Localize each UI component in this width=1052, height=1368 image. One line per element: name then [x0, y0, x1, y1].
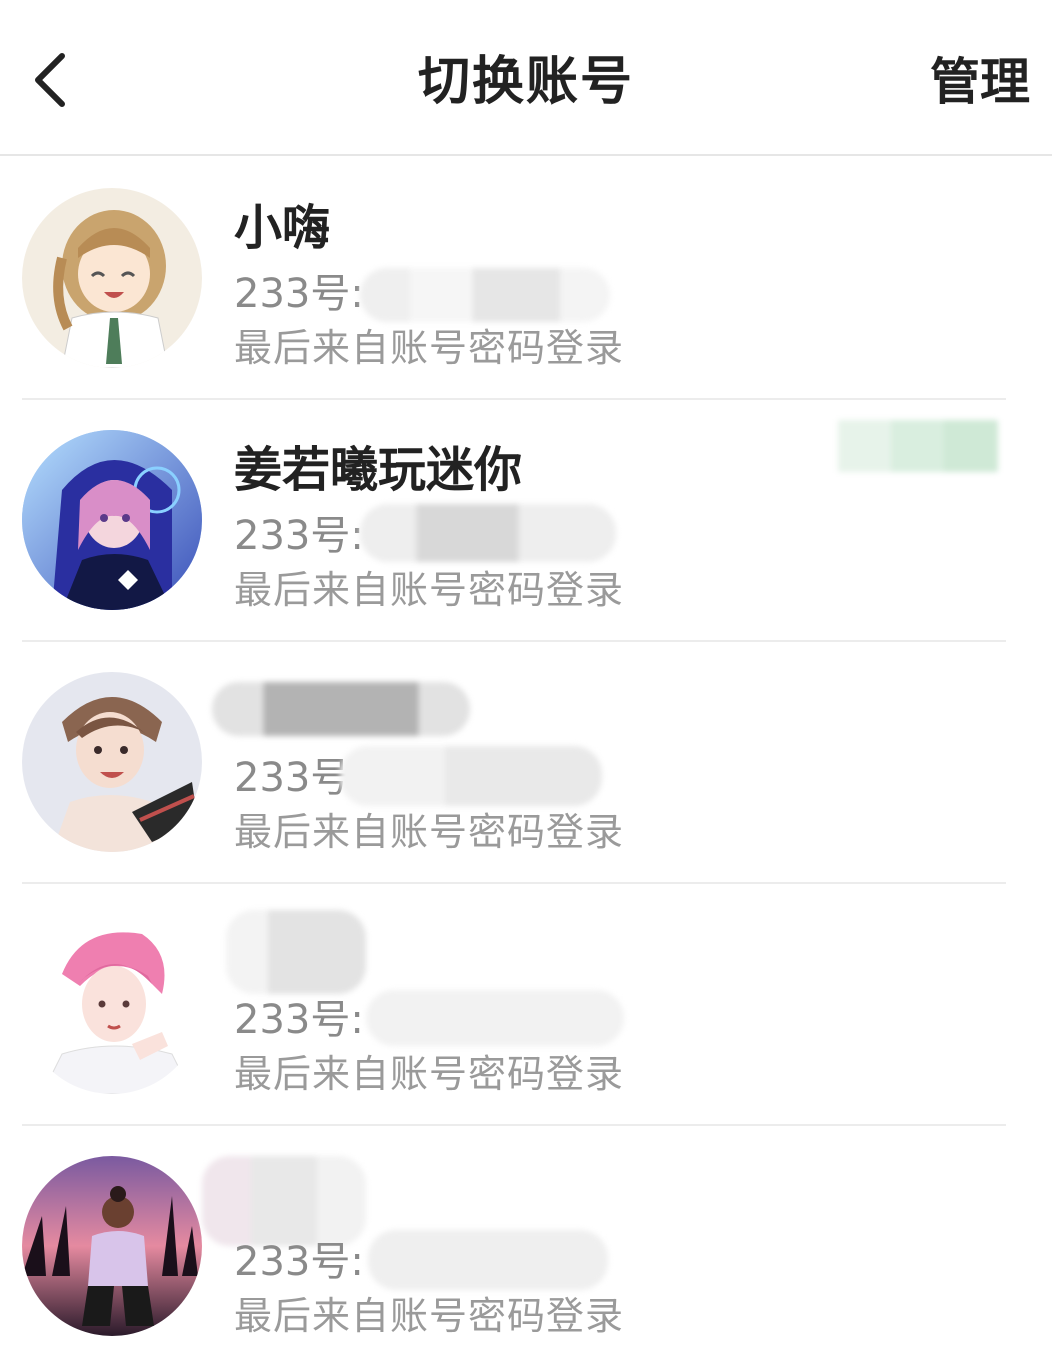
redacted-name	[202, 1156, 366, 1246]
account-name: 小嗨	[234, 200, 331, 256]
avatar	[22, 188, 202, 368]
manage-button[interactable]: 管理	[930, 52, 1030, 112]
login-source-text: 最后来自账号密码登录	[234, 810, 625, 854]
page-title: 切换账号	[417, 52, 634, 112]
redacted-name	[226, 910, 366, 994]
redacted-id	[340, 746, 602, 806]
redacted-id	[360, 268, 610, 322]
avatar	[22, 914, 202, 1094]
account-id-label: 233号:	[234, 997, 364, 1043]
account-id-label: 233号	[234, 755, 351, 801]
login-source-text: 最后来自账号密码登录	[234, 1294, 625, 1338]
login-source-text: 最后来自账号密码登录	[234, 568, 625, 612]
account-item[interactable]: 姜若曦玩迷你 233号: 最后来自账号密码登录	[0, 400, 1052, 642]
redacted-name	[212, 682, 470, 736]
account-id-label: 233号:	[234, 513, 364, 559]
redacted-badge	[838, 420, 998, 472]
login-source-text: 最后来自账号密码登录	[234, 326, 625, 370]
account-item[interactable]: 小嗨 233号: 最后来自账号密码登录	[0, 158, 1052, 400]
account-item[interactable]: 233号 最后来自账号密码登录	[0, 642, 1052, 884]
redacted-id	[360, 504, 616, 562]
account-id-label: 233号:	[234, 1239, 364, 1285]
account-item[interactable]: 233号: 最后来自账号密码登录	[0, 1126, 1052, 1368]
top-bar: 切换账号 管理	[0, 0, 1052, 156]
account-name: 姜若曦玩迷你	[234, 442, 523, 498]
redacted-id	[366, 990, 624, 1046]
login-source-text: 最后来自账号密码登录	[234, 1052, 625, 1096]
account-item[interactable]: 233号: 最后来自账号密码登录	[0, 884, 1052, 1126]
avatar	[22, 430, 202, 610]
avatar	[22, 672, 202, 852]
redacted-id	[368, 1230, 608, 1290]
avatar	[22, 1156, 202, 1336]
account-id-label: 233号:	[234, 271, 364, 317]
